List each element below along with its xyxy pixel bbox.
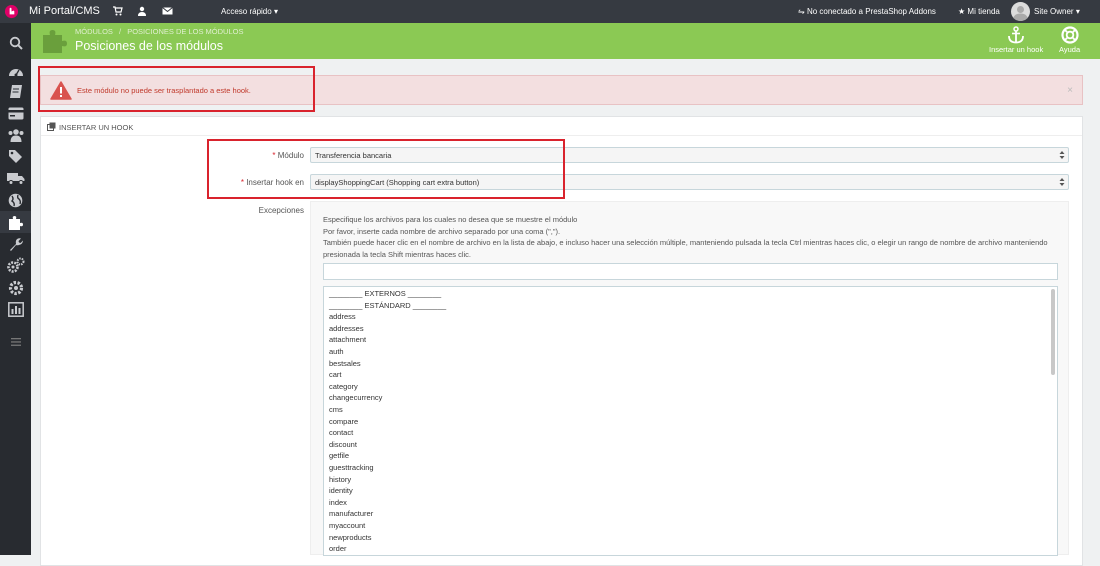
list-item[interactable]: order [329,544,347,553]
list-item[interactable]: index [329,498,347,507]
star-icon: ★ [958,7,966,16]
caret-down-icon: ▾ [1075,7,1080,16]
page-header: MÓDULOS / POSICIONES DE LOS MÓDULOS Posi… [31,23,1100,59]
required-mark: * [272,151,276,160]
caret-down-icon: ▾ [273,7,278,16]
panel-title: INSERTAR UN HOOK [59,123,134,132]
user-icon[interactable] [137,6,147,16]
list-item[interactable]: manufacturer [329,509,373,518]
module-select-value: Transferencia bancaria [315,151,392,160]
user-name-label: Site Owner [1034,7,1074,16]
list-item-group: ________ ESTÁNDARD ________ [329,300,447,310]
addons-icon: ⇋ [798,7,805,16]
list-item[interactable]: attachment [329,335,366,344]
module-select[interactable]: Transferencia bancaria [310,147,1069,163]
help-line: También puede hacer clic en el nombre de… [323,238,1048,259]
list-scrollbar[interactable] [1051,289,1055,375]
my-shop-label: Mi tienda [967,7,1000,16]
catalog-icon[interactable] [6,82,25,101]
list-item[interactable]: changecurrency [329,393,382,402]
list-item[interactable]: bestsales [329,359,361,368]
breadcrumb: MÓDULOS / POSICIONES DE LOS MÓDULOS [75,27,243,36]
select-arrows-icon [1059,178,1065,186]
quick-access-label: Acceso rápido [221,7,272,16]
sidebar [0,23,31,555]
modules-icon[interactable] [0,211,31,233]
avatar[interactable] [1011,2,1030,21]
page-title: Posiciones de los módulos [75,39,223,53]
list-item[interactable]: myaccount [329,521,365,530]
help-label: Ayuda [1059,45,1081,54]
list-item[interactable]: guesttracking [329,463,374,472]
stats-icon[interactable] [6,300,25,319]
error-alert: Este módulo no puede ser trasplantado a … [40,75,1083,105]
my-shop-link[interactable]: ★ Mi tienda [958,7,1000,16]
module-label: * Módulo [200,151,304,160]
insert-hook-button[interactable]: Insertar un hook [989,26,1043,54]
shipping-icon[interactable] [6,169,25,188]
exceptions-label: Excepciones [258,206,304,215]
help-line: Especifique los archivos para los cuales… [323,215,578,224]
administration-icon[interactable] [6,278,25,297]
select-arrows-icon [1059,151,1065,159]
prestashop-logo-icon[interactable] [0,0,23,23]
breadcrumb-modules[interactable]: MÓDULOS [75,27,113,36]
hook-label-text: Insertar hook en [246,178,304,187]
search-icon[interactable] [6,33,25,52]
list-item[interactable]: newproducts [329,533,372,542]
list-item[interactable]: addresses [329,324,364,333]
help-button[interactable]: Ayuda [1059,26,1080,54]
breadcrumb-module-positions[interactable]: POSICIONES DE LOS MÓDULOS [127,27,243,36]
localization-icon[interactable] [6,191,25,210]
help-line: Por favor, inserte cada nombre de archiv… [323,226,561,236]
hook-select[interactable]: displayShoppingCart (Shopping cart extra… [310,174,1069,190]
exceptions-file-list[interactable]: ________ EXTERNOS ________ ________ ESTÁ… [323,286,1058,556]
price-rules-icon[interactable] [6,147,25,166]
close-icon[interactable]: × [1067,85,1073,96]
mail-icon[interactable] [162,6,173,16]
puzzle-piece-icon [40,27,68,55]
list-item[interactable]: history [329,475,351,484]
list-item[interactable]: category [329,382,358,391]
insert-hook-label: Insertar un hook [989,45,1044,54]
user-menu-dropdown[interactable]: Site Owner ▾ [1034,7,1080,16]
warning-icon [50,81,72,100]
dashboard-icon[interactable] [6,61,25,80]
exceptions-box: Especifique los archivos para los cuales… [310,201,1069,556]
list-item-group: ________ EXTERNOS ________ [329,289,442,298]
required-mark: * [240,178,244,187]
anchor-icon [1008,26,1024,44]
hook-select-value: displayShoppingCart (Shopping cart extra… [315,178,480,187]
advanced-params-icon[interactable] [6,256,25,275]
list-item[interactable]: contact [329,428,353,437]
list-item[interactable]: getfile [329,451,349,460]
exceptions-help: Especifique los archivos para los cuales… [323,214,1063,260]
lifebuoy-icon [1060,26,1079,44]
exceptions-input[interactable] [323,263,1058,280]
list-item[interactable]: address [329,312,356,321]
top-navbar: Mi Portal/CMS Acceso rápido ▾ ⇋ No conec… [0,0,1100,23]
list-item[interactable]: cms [329,405,343,414]
preferences-icon[interactable] [6,235,25,254]
breadcrumb-separator: / [119,27,122,36]
orders-icon[interactable] [6,104,25,123]
addons-status-label: No conectado a PrestaShop Addons [806,7,936,16]
list-item[interactable]: cart [329,370,342,379]
module-label-text: Módulo [277,151,304,160]
customers-icon[interactable] [6,125,25,144]
panel-heading: INSERTAR UN HOOK [41,117,1082,136]
list-item[interactable]: auth [329,347,344,356]
cart-icon[interactable] [113,6,123,16]
list-item[interactable]: identity [329,486,353,495]
list-item[interactable]: discount [329,440,357,449]
menu-toggle-icon[interactable] [6,332,25,351]
alert-message: Este módulo no puede ser trasplantado a … [77,86,251,95]
hook-label: * Insertar hook en [200,178,304,187]
list-item[interactable]: compare [329,417,358,426]
quick-access-dropdown[interactable]: Acceso rápido ▾ [221,7,278,16]
clone-icon [47,122,56,131]
addons-connect-link[interactable]: ⇋ No conectado a PrestaShop Addons [798,7,936,16]
shop-name-link[interactable]: Mi Portal/CMS [29,5,100,17]
